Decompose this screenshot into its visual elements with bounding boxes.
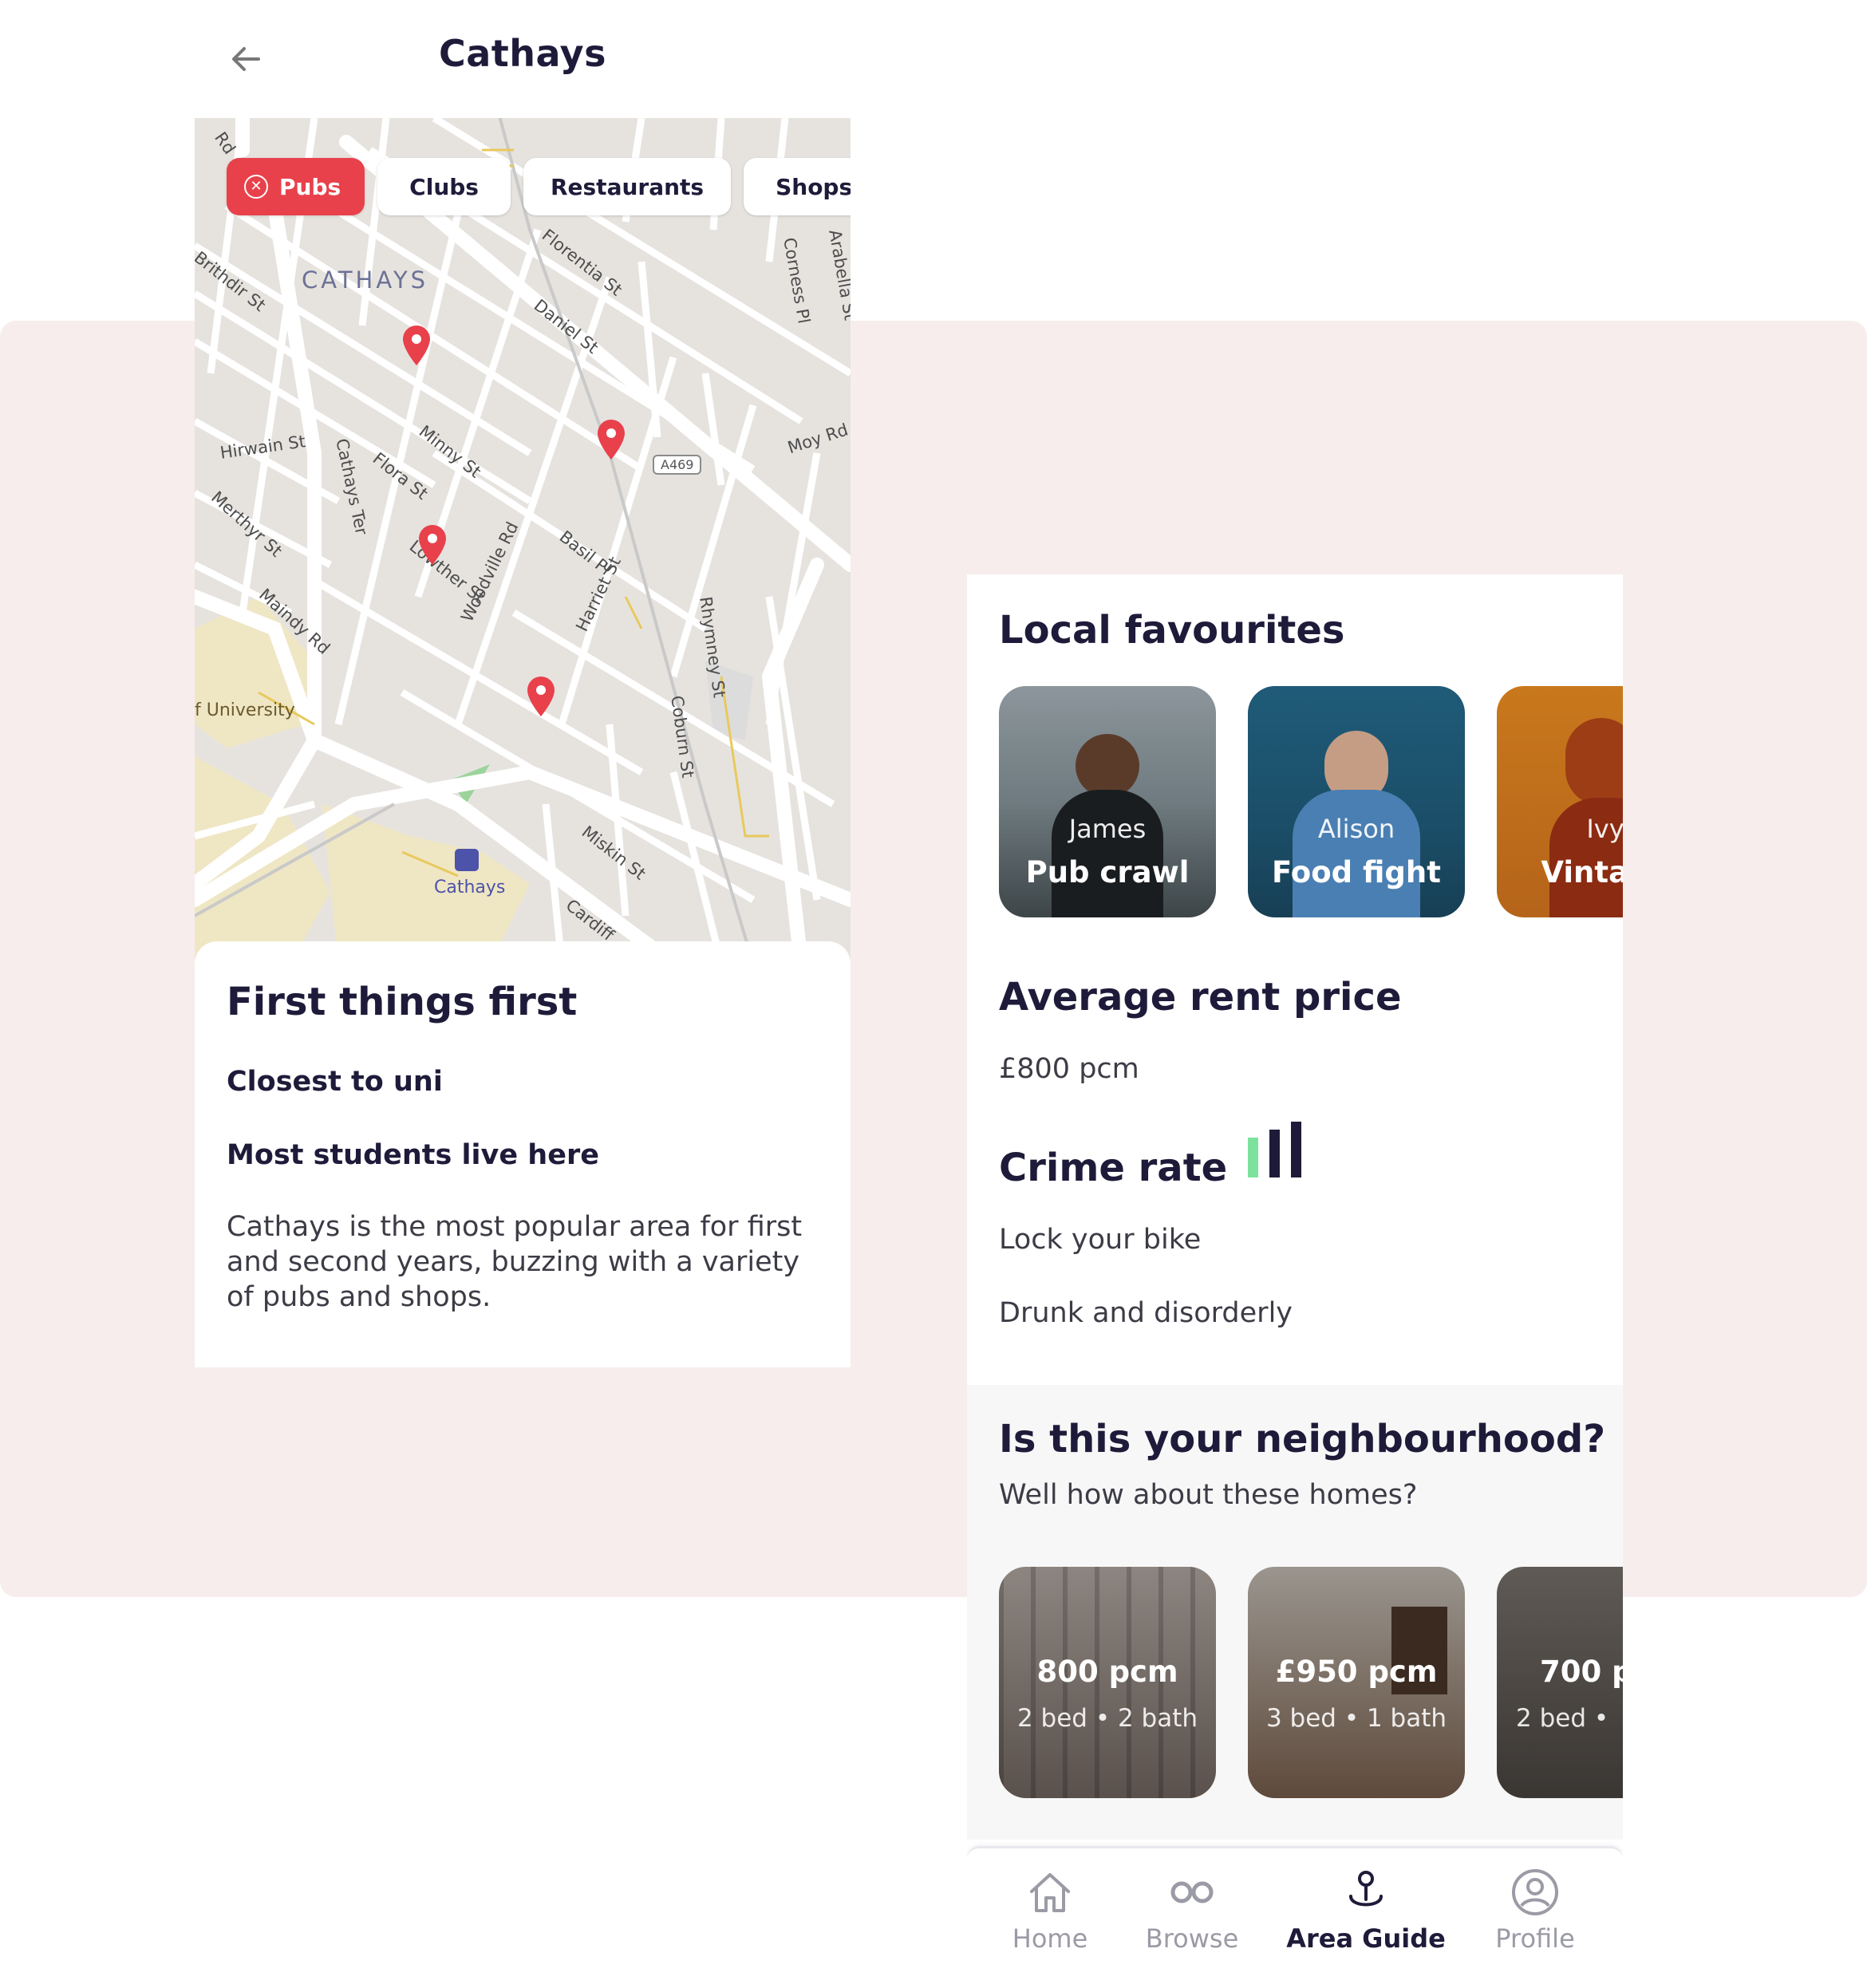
favourites-carousel[interactable]: James Pub crawl Alison Food fight Ivy Vi… — [999, 686, 1623, 917]
chip-label: Restaurants — [550, 173, 705, 200]
home-price: 700 p — [1540, 1655, 1623, 1689]
home-meta: 2 bed • — [1516, 1704, 1609, 1733]
favourite-activity: Food fight — [1272, 855, 1441, 889]
crime-note: Lock your bike — [999, 1224, 1202, 1256]
neighbourhood-section: Is this your neighbourhood? Well how abo… — [967, 1385, 1623, 1840]
bottom-navigation: Home Browse Area Guide Profile — [967, 1846, 1623, 1988]
station-label: Cathays — [434, 878, 506, 897]
area-guide-icon — [1338, 1864, 1394, 1920]
nav-label: Browse — [1145, 1923, 1239, 1954]
section-title: First things first — [227, 980, 578, 1024]
nav-area-guide[interactable]: Area Guide — [1286, 1864, 1446, 1954]
area-description: Cathays is the most popular area for fir… — [227, 1211, 803, 1313]
home-meta: 2 bed • 2 bath — [1016, 1704, 1198, 1733]
home-price: £950 pcm — [1275, 1655, 1438, 1689]
person-photo — [1052, 790, 1163, 917]
nav-label: Area Guide — [1286, 1923, 1446, 1954]
map-pin-icon[interactable] — [595, 418, 627, 461]
crime-level-bar — [1291, 1122, 1301, 1177]
chip-label: Pubs — [279, 173, 341, 200]
map-pin-icon[interactable] — [416, 523, 448, 566]
browse-icon — [1164, 1864, 1220, 1920]
nav-profile[interactable]: Profile — [1455, 1864, 1615, 1954]
favourite-card[interactable]: Alison Food fight — [1248, 686, 1465, 917]
chip-label: Shops — [776, 173, 851, 200]
chip-label: Clubs — [409, 173, 479, 200]
map-pin-icon[interactable] — [401, 324, 432, 367]
section-title: Crime rate — [999, 1146, 1228, 1190]
road-shield: A469 — [653, 455, 702, 475]
filter-chip-clubs[interactable]: Clubs — [377, 158, 511, 215]
favourite-name: Ivy — [1586, 814, 1623, 844]
section-subtitle: Well how about these homes? — [999, 1479, 1418, 1511]
person-photo — [1293, 790, 1420, 917]
highlight-point: Most students live here — [227, 1139, 599, 1171]
filter-chip-restaurants[interactable]: Restaurants — [523, 158, 732, 215]
favourite-activity: Pub crawl — [1025, 855, 1190, 889]
filter-chips: ✕ Pubs Clubs Restaurants Shops — [227, 158, 851, 215]
rent-value: £800 pcm — [999, 1053, 1139, 1085]
crime-level-bar — [1269, 1130, 1280, 1177]
nav-home[interactable]: Home — [970, 1864, 1130, 1954]
home-card[interactable]: 700 p 2 bed • — [1497, 1567, 1623, 1798]
profile-icon — [1507, 1864, 1563, 1920]
favourite-name: James — [1068, 814, 1147, 844]
close-icon[interactable]: ✕ — [244, 175, 268, 199]
homes-carousel[interactable]: 800 pcm 2 bed • 2 bath £950 pcm 3 bed • … — [999, 1567, 1623, 1798]
home-meta: 3 bed • 1 bath — [1265, 1704, 1447, 1733]
section-title: Local favourites — [999, 608, 1345, 653]
favourite-card[interactable]: James Pub crawl — [999, 686, 1216, 917]
favourite-name: Alison — [1317, 814, 1395, 844]
nav-label: Home — [1012, 1923, 1088, 1954]
first-things-card: First things first Closest to uni Most s… — [195, 941, 851, 1367]
highlight-point: Closest to uni — [227, 1066, 443, 1098]
crime-note: Drunk and disorderly — [999, 1297, 1293, 1329]
top-bar: Cathays — [195, 0, 851, 118]
home-price: 800 pcm — [1036, 1655, 1178, 1689]
home-card[interactable]: £950 pcm 3 bed • 1 bath — [1248, 1567, 1465, 1798]
favourite-activity: Vintage — [1541, 855, 1623, 889]
area-map[interactable]: Rd Brithdir St Hirwain St Merthyr St Mai… — [195, 118, 851, 964]
page-title: Cathays — [438, 32, 607, 75]
area-guide-panel: Local favourites James Pub crawl Alison … — [967, 574, 1623, 1988]
person-photo — [1565, 718, 1623, 806]
train-station-icon — [455, 849, 479, 871]
section-title: Is this your neighbourhood? — [999, 1417, 1606, 1461]
home-icon — [1022, 1864, 1078, 1920]
nav-label: Profile — [1495, 1923, 1575, 1954]
crime-level-indicator — [1248, 1122, 1304, 1177]
filter-chip-shops[interactable]: Shops — [744, 158, 851, 215]
university-label: f University — [195, 700, 295, 720]
map-pin-icon[interactable] — [525, 675, 557, 718]
filter-chip-pubs[interactable]: ✕ Pubs — [227, 158, 365, 215]
area-label: CATHAYS — [302, 266, 429, 294]
crime-level-bar — [1248, 1138, 1258, 1177]
map-roads — [195, 118, 851, 964]
person-photo — [1076, 734, 1139, 798]
home-card[interactable]: 800 pcm 2 bed • 2 bath — [999, 1567, 1216, 1798]
section-title: Average rent price — [999, 975, 1402, 1020]
favourite-card[interactable]: Ivy Vintage — [1497, 686, 1623, 917]
nav-browse[interactable]: Browse — [1112, 1864, 1272, 1954]
